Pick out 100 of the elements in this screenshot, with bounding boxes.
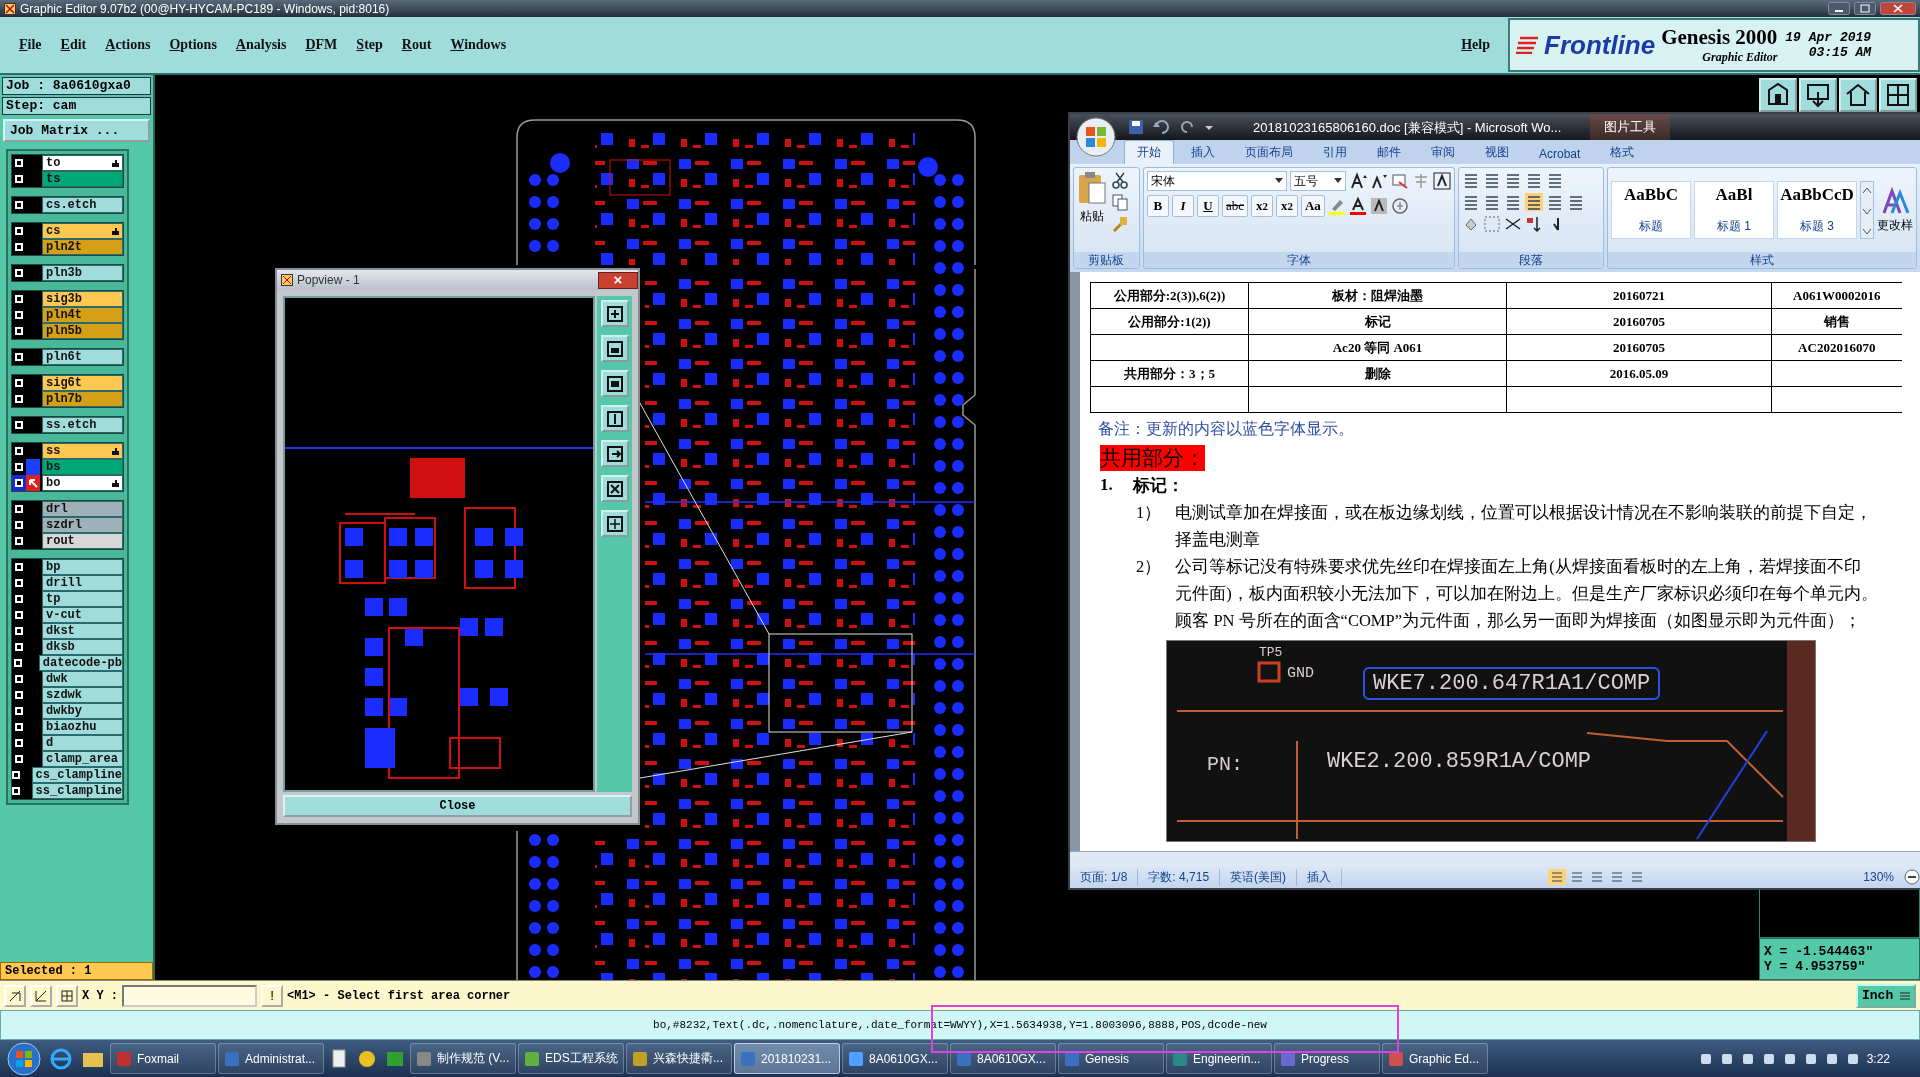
layer-name[interactable]: v-cut <box>42 607 123 623</box>
format-button[interactable]: B <box>1146 195 1169 217</box>
layer-name[interactable]: dwk <box>42 671 123 687</box>
ribbon-tab[interactable]: 页面布局 <box>1232 140 1306 164</box>
layer-name[interactable]: clamp_area <box>42 751 123 767</box>
tool-button[interactable] <box>4 984 26 1007</box>
view-tool-button[interactable] <box>600 370 629 397</box>
style-preset[interactable]: AaBl 标题 1 <box>1694 181 1774 239</box>
view-tool-button[interactable] <box>600 405 629 432</box>
layer-name[interactable]: biaozhu <box>42 719 123 735</box>
font-name-field[interactable]: 宋体 <box>1146 171 1287 191</box>
xy-input-field[interactable] <box>122 984 257 1007</box>
layer-name[interactable]: bo <box>42 475 123 491</box>
style-preset[interactable]: AaBbC 标题 <box>1611 181 1691 239</box>
font-size-field[interactable]: 五号 <box>1289 171 1346 191</box>
paste-button[interactable]: 粘贴 <box>1077 171 1107 249</box>
toolbar-button[interactable] <box>1759 78 1797 112</box>
menu-item[interactable]: Step <box>356 37 383 53</box>
format-button[interactable]: I <box>1171 195 1194 217</box>
toolbar-button[interactable] <box>1799 78 1837 112</box>
taskbar-item[interactable]: 8A0610GX... <box>842 1043 948 1074</box>
menu-item[interactable]: Actions <box>105 37 151 53</box>
ribbon-tab[interactable]: 引用 <box>1310 140 1360 164</box>
taskbar-item[interactable]: 8A0610GX... <box>950 1043 1056 1074</box>
format-button[interactable]: Aa <box>1300 195 1325 217</box>
zoom-out-icon[interactable] <box>1904 869 1920 885</box>
toolbar-button[interactable] <box>1879 78 1917 112</box>
clear-format-icon[interactable] <box>1390 172 1409 190</box>
layer-name[interactable]: pln7b <box>42 391 123 407</box>
layer-name[interactable]: drl <box>42 501 123 517</box>
grow-font-icon[interactable] <box>1348 172 1367 190</box>
layer-name[interactable]: pln6t <box>42 349 123 365</box>
ribbon-tab[interactable]: 邮件 <box>1364 140 1414 164</box>
layer-name[interactable]: bp <box>42 559 123 575</box>
taskbar-item[interactable]: Engineerin... <box>1166 1043 1272 1074</box>
layer-name[interactable]: pln2t <box>42 239 123 255</box>
toolbar-button[interactable] <box>1839 78 1877 112</box>
execute-button[interactable]: ! <box>261 984 283 1007</box>
layer-name[interactable]: cs.etch <box>42 197 123 213</box>
layer-name[interactable]: pln4t <box>42 307 123 323</box>
layer-name[interactable]: dwkby <box>42 703 123 719</box>
layer-name[interactable]: ts <box>42 171 123 187</box>
menu-item[interactable]: Analysis <box>235 37 287 53</box>
maximize-icon[interactable] <box>1854 2 1876 15</box>
brush-icon[interactable] <box>1111 215 1129 233</box>
minimize-icon[interactable] <box>1828 2 1850 15</box>
save-icon[interactable] <box>1128 119 1144 135</box>
ribbon-tab[interactable]: 视图 <box>1472 140 1522 164</box>
layer-name[interactable]: rout <box>42 533 123 549</box>
layer-name[interactable]: pln3b <box>42 265 123 281</box>
job-matrix-button[interactable]: Job Matrix ... <box>3 119 150 142</box>
shrink-font-icon[interactable] <box>1369 172 1388 190</box>
layer-name[interactable]: ss <box>42 443 123 459</box>
taskbar-item[interactable]: EDS工程系统 <box>518 1043 624 1074</box>
menu-item[interactable]: Rout <box>401 37 432 53</box>
ribbon-tab[interactable]: 开始 <box>1124 140 1174 164</box>
layer-name[interactable]: dksb <box>42 639 123 655</box>
layer-name[interactable]: szdwk <box>42 687 123 703</box>
redo-icon[interactable] <box>1180 119 1196 135</box>
ribbon-tab[interactable]: 格式 <box>1597 140 1648 164</box>
view-tool-button[interactable] <box>600 335 629 362</box>
view-tool-button[interactable] <box>600 510 629 537</box>
layer-name[interactable]: szdrl <box>42 517 123 533</box>
layer-name[interactable]: pln5b <box>42 323 123 339</box>
layer-name[interactable]: drill <box>42 575 123 591</box>
menu-item[interactable]: Options <box>169 37 217 53</box>
menu-item[interactable]: File <box>19 37 42 53</box>
layer-name[interactable]: to <box>42 155 123 171</box>
style-preset[interactable]: AaBbCcD 标题 3 <box>1777 181 1857 239</box>
layer-name[interactable]: dkst <box>42 623 123 639</box>
layer-checkbox[interactable] <box>12 475 26 491</box>
layer-name[interactable]: d <box>42 735 123 751</box>
layer-name[interactable]: cs_clampline <box>31 767 123 783</box>
ribbon-tab[interactable]: 插入 <box>1178 140 1228 164</box>
view-tool-button[interactable] <box>600 440 629 467</box>
taskbar-item[interactable]: Graphic Ed... <box>1382 1043 1488 1074</box>
menu-item[interactable]: Edit <box>60 37 87 53</box>
close-icon[interactable] <box>1880 2 1916 15</box>
layer-name[interactable]: cs <box>42 223 123 239</box>
tool-button[interactable] <box>56 984 78 1007</box>
sort-icon[interactable] <box>1524 215 1543 233</box>
taskbar-item[interactable]: Genesis <box>1058 1043 1164 1074</box>
layer-name[interactable]: tp <box>42 591 123 607</box>
ribbon-tab[interactable]: Acrobat <box>1526 143 1594 164</box>
close-button[interactable]: × <box>598 271 638 289</box>
undo-icon[interactable] <box>1152 119 1172 135</box>
format-button[interactable]: U <box>1196 195 1219 217</box>
view-tool-button[interactable] <box>600 300 629 327</box>
layer-name[interactable]: datecode-pb <box>38 655 123 671</box>
taskbar-item[interactable]: 201810231... <box>734 1043 840 1074</box>
layer-name[interactable]: sig6t <box>42 375 123 391</box>
start-button-icon[interactable] <box>4 1041 44 1076</box>
tool-button[interactable] <box>30 984 52 1007</box>
enclose-icon[interactable] <box>1390 197 1409 215</box>
border-text-icon[interactable] <box>1432 172 1451 190</box>
layer-name[interactable]: sig3b <box>42 291 123 307</box>
layer-name[interactable]: ss.etch <box>42 417 123 433</box>
scissors-icon[interactable] <box>1111 171 1129 189</box>
taskbar-item[interactable]: Progress <box>1274 1043 1380 1074</box>
menu-item[interactable]: DFM <box>305 37 338 53</box>
